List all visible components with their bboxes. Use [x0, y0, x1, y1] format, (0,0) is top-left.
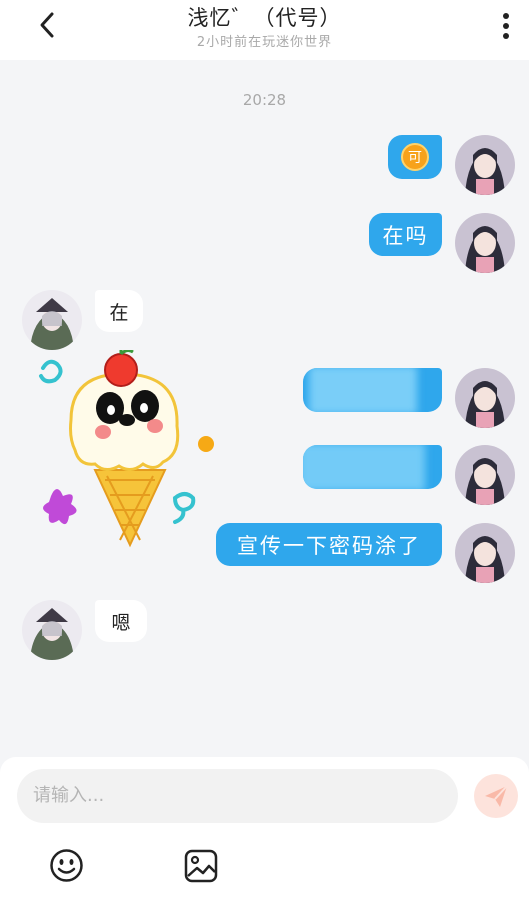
contact-status: 2小时前在玩迷你世界	[196, 35, 333, 50]
my-avatar[interactable]	[455, 445, 515, 505]
message-bubble-received[interactable]: 在	[95, 290, 143, 332]
image-icon[interactable]	[184, 849, 218, 883]
contact-name: 浅忆゛（代号）	[187, 6, 342, 30]
message-text: 在	[109, 301, 129, 324]
message-bubble-sent[interactable]: 宣传一下密码涂了	[216, 523, 442, 566]
message-input[interactable]: 请输入...	[17, 769, 458, 823]
my-avatar[interactable]	[455, 523, 515, 583]
emoji-icon[interactable]	[49, 848, 84, 883]
more-vertical-icon[interactable]	[494, 10, 518, 42]
my-avatar[interactable]	[455, 213, 515, 273]
contact-avatar[interactable]	[22, 290, 82, 350]
ice-cream-sticker[interactable]	[35, 350, 220, 550]
message-text: 嗯	[111, 611, 131, 634]
message-text: 宣传一下密码涂了	[237, 533, 421, 558]
message-bubble-sent[interactable]: 在吗	[369, 213, 442, 256]
message-bubble-sent[interactable]: 可	[388, 135, 442, 179]
message-bubble-received[interactable]: 嗯	[95, 600, 147, 642]
coin-emoji-icon: 可	[401, 143, 429, 171]
contact-avatar[interactable]	[22, 600, 82, 660]
my-avatar[interactable]	[455, 368, 515, 428]
my-avatar[interactable]	[455, 135, 515, 195]
redacted-message[interactable]	[303, 445, 442, 489]
redaction-blur	[309, 368, 417, 412]
redaction-blur	[303, 445, 425, 489]
message-text: 在吗	[382, 223, 429, 248]
chat-header: 浅忆゛（代号） 2小时前在玩迷你世界	[0, 0, 529, 60]
redacted-message[interactable]	[303, 368, 442, 412]
message-timestamp: 20:28	[242, 91, 287, 109]
send-icon[interactable]	[474, 774, 518, 818]
